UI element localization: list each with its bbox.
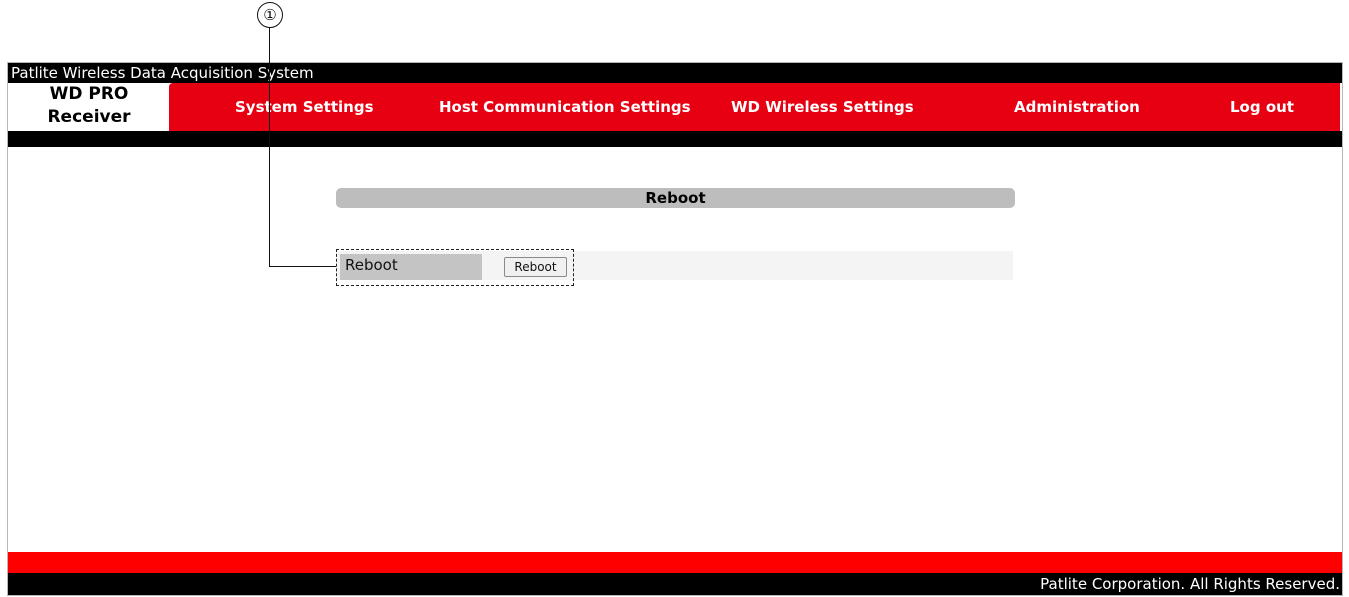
product-brand: WD PRO Receiver xyxy=(11,83,167,131)
header-divider xyxy=(8,131,1342,147)
footer-copyright: Patlite Corporation. All Rights Reserved… xyxy=(8,573,1342,595)
callout-leader-vertical xyxy=(269,28,270,266)
reboot-button[interactable]: Reboot xyxy=(504,257,567,277)
callout-leader-horizontal xyxy=(269,266,336,267)
footer-accent-bar xyxy=(8,552,1342,573)
main-nav: System Settings Host Communication Setti… xyxy=(169,83,1340,131)
browser-page: Patlite Wireless Data Acquisition System… xyxy=(7,62,1343,596)
callout-number-1: ① xyxy=(257,2,283,28)
system-title: Patlite Wireless Data Acquisition System xyxy=(8,63,1342,83)
section-title: Reboot xyxy=(336,188,1015,208)
nav-administration[interactable]: Administration xyxy=(1014,83,1140,131)
nav-log-out[interactable]: Log out xyxy=(1230,83,1294,131)
reboot-row-label: Reboot xyxy=(340,254,482,280)
brand-line-2: Receiver xyxy=(47,107,131,127)
brand-line-1: WD PRO xyxy=(49,84,129,104)
nav-wd-wireless-settings[interactable]: WD Wireless Settings xyxy=(731,83,914,131)
nav-system-settings[interactable]: System Settings xyxy=(235,83,374,131)
nav-host-communication-settings[interactable]: Host Communication Settings xyxy=(439,83,691,131)
